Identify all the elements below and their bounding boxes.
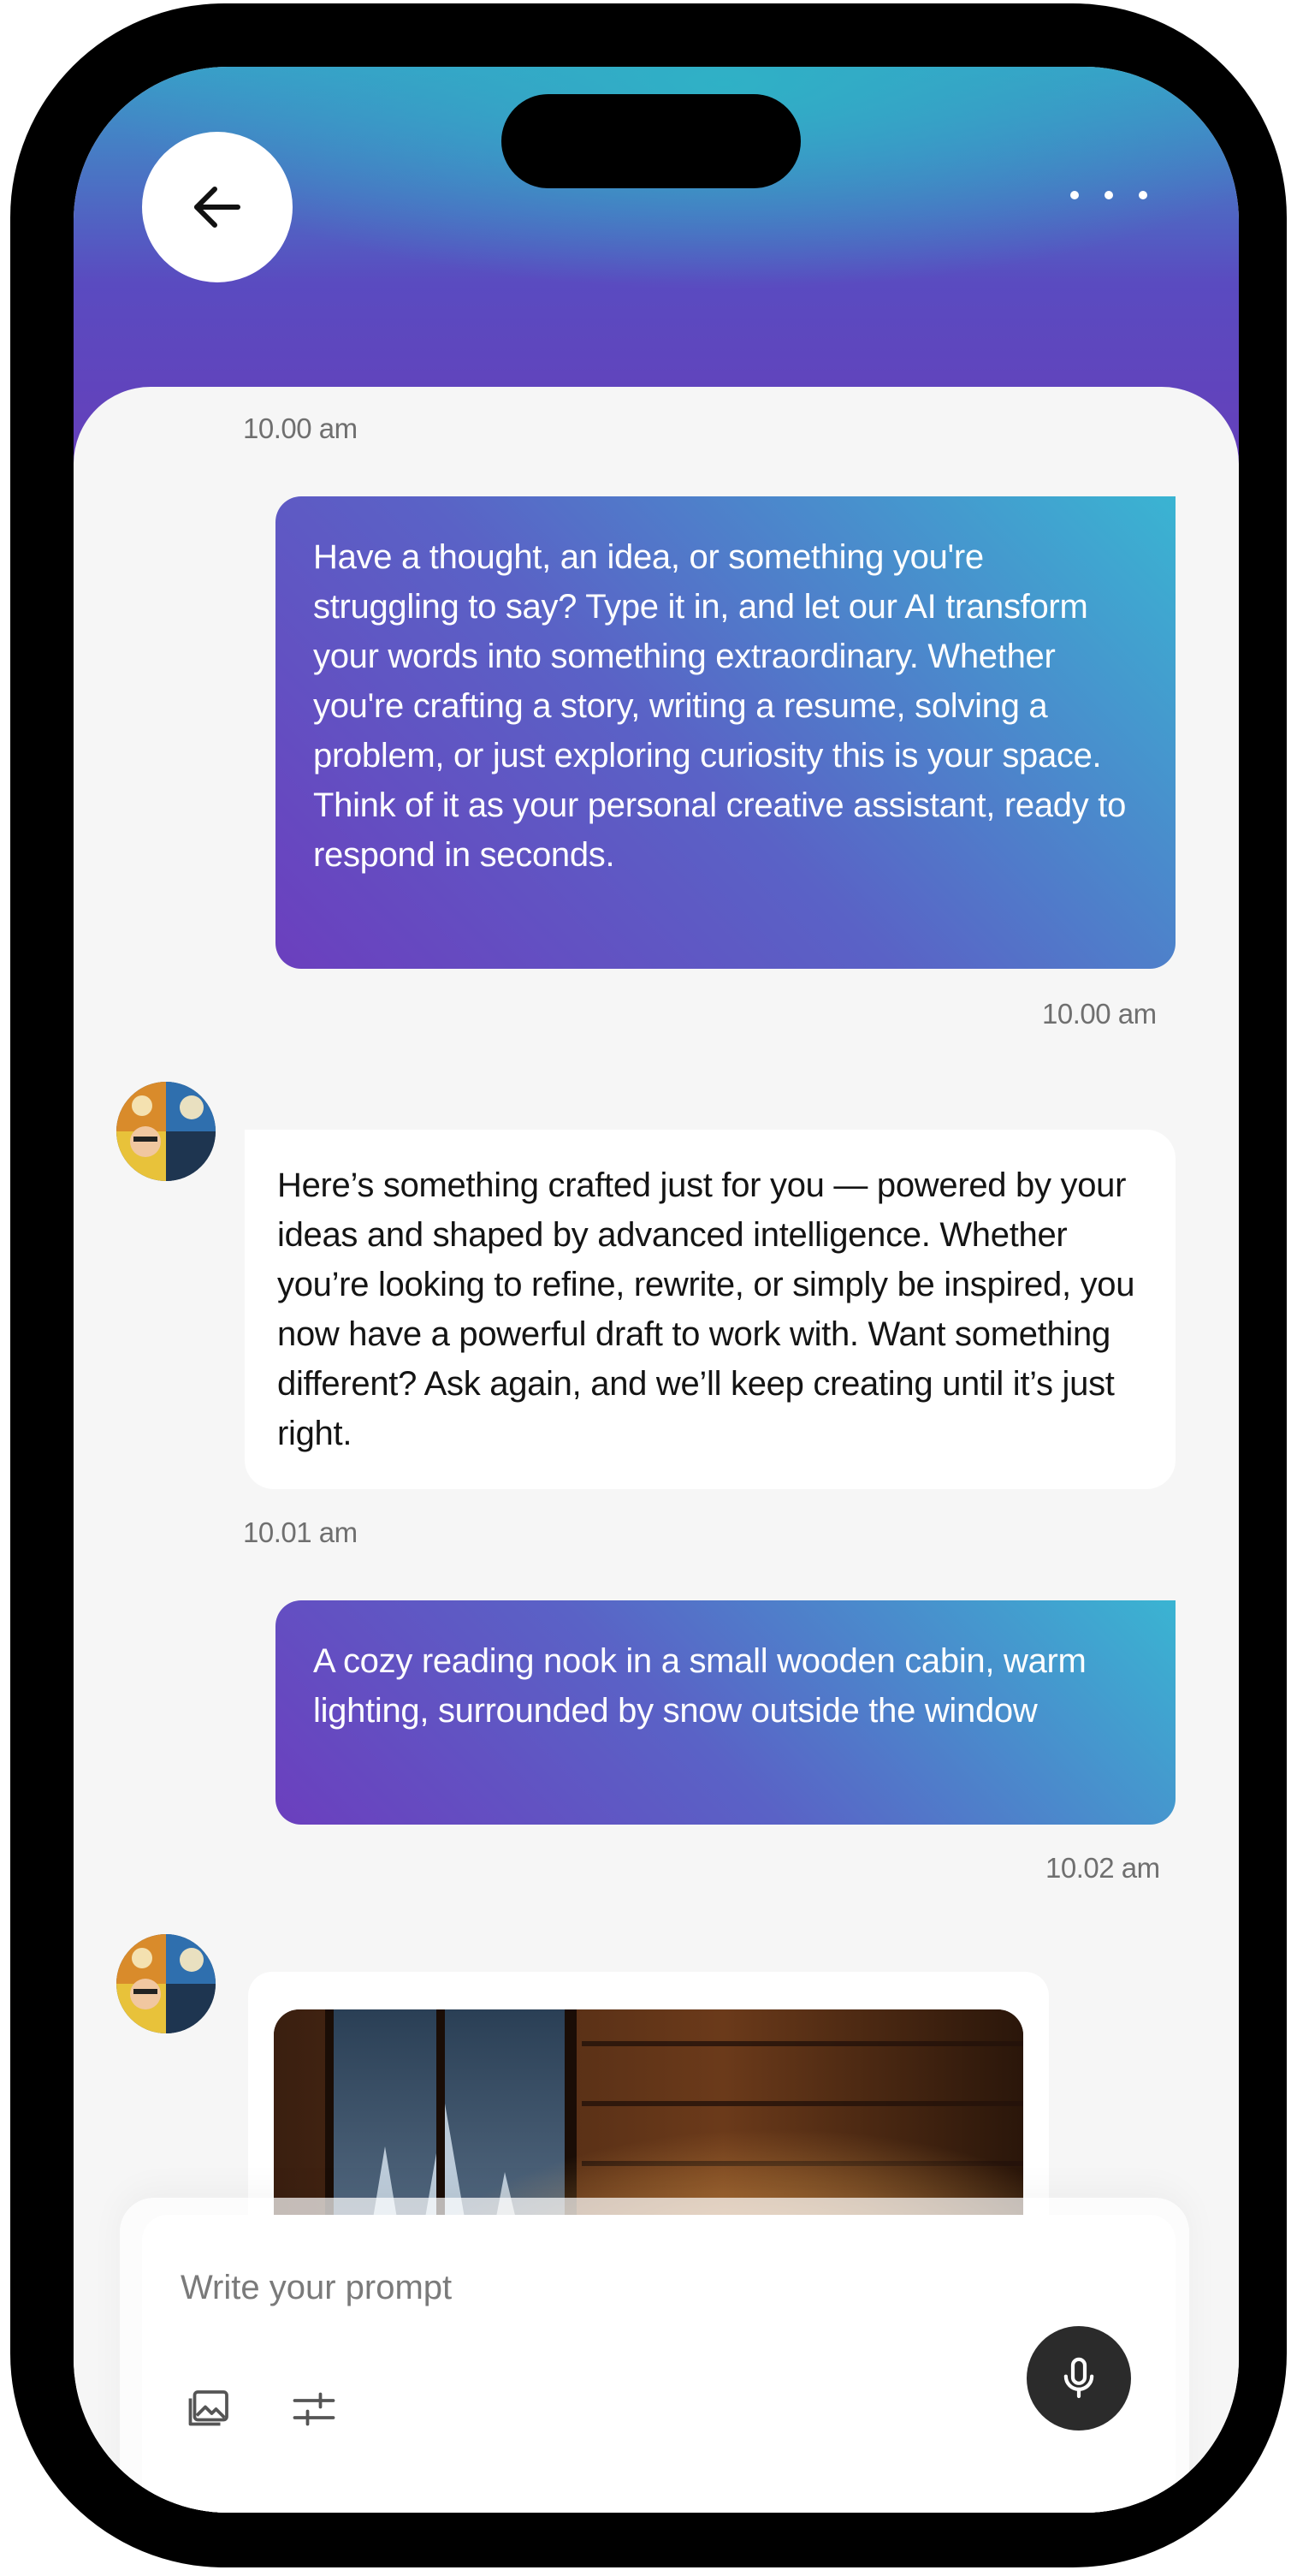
message-text: Have a thought, an idea, or something yo… [313,538,1127,874]
ai-avatar [116,1934,216,2033]
more-options-button[interactable] [1070,178,1147,212]
side-button-action [10,380,27,517]
side-button-volume-up [10,594,27,774]
side-button-power [1270,637,1287,919]
attach-image-button[interactable] [180,2379,240,2439]
message-text: Here’s something crafted just for you — … [277,1166,1135,1452]
message-timestamp: 10.00 am [1042,998,1157,1030]
sliders-icon [293,2392,335,2426]
message-timestamp: 10.00 am [243,413,358,444]
message-text: A cozy reading nook in a small wooden ca… [313,1642,1087,1730]
arrow-left-icon [194,187,240,228]
side-button-volume-down [10,821,27,1000]
ai-message-bubble: Here’s something crafted just for you — … [245,1130,1176,1489]
ai-avatar [116,1082,216,1181]
message-timestamp: 10.02 am [1045,1852,1160,1884]
user-message-bubble: Have a thought, an idea, or something yo… [275,496,1176,969]
composer-box [142,2215,1176,2513]
message-timestamp: 10.01 am [243,1517,358,1548]
prompt-input[interactable] [181,2262,865,2313]
screen: 10.00 am Have a thought, an idea, or som… [74,67,1239,2513]
back-button[interactable] [142,132,293,282]
microphone-icon [1063,2357,1094,2399]
user-message-bubble: A cozy reading nook in a small wooden ca… [275,1600,1176,1825]
more-horizontal-icon [1070,191,1079,199]
image-icon [188,2390,228,2426]
voice-input-button[interactable] [1027,2326,1131,2431]
dynamic-island [501,94,801,188]
phone-frame: 10.00 am Have a thought, an idea, or som… [10,3,1287,2567]
settings-button[interactable] [284,2379,344,2439]
